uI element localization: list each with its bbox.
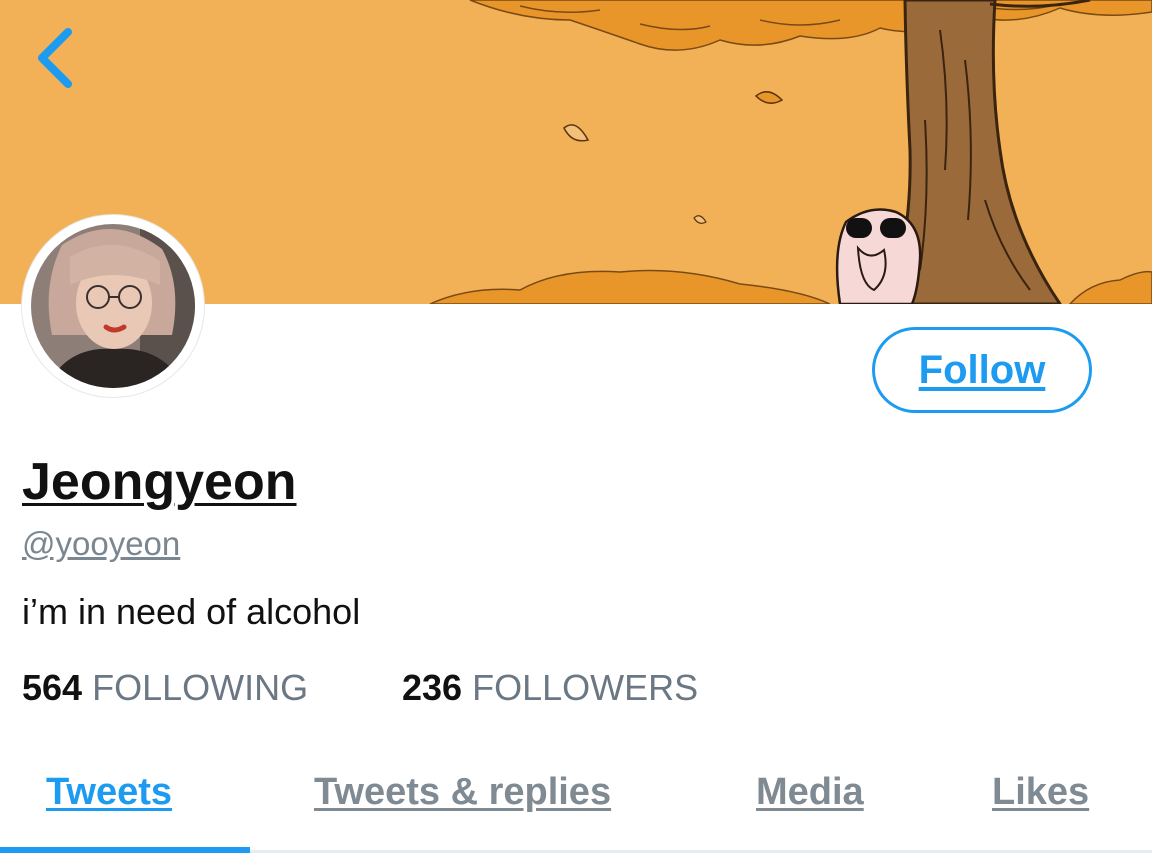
handle[interactable]: @yooyeon [22,524,180,564]
back-button[interactable] [28,22,88,94]
active-tab-indicator [0,847,250,853]
following-stat[interactable]: 564 FOLLOWING [22,666,308,710]
following-count: 564 [22,667,83,708]
follow-button[interactable]: Follow [872,327,1092,413]
tab-likes[interactable]: Likes [992,768,1089,816]
tab-tweets-replies[interactable]: Tweets & replies [314,768,611,816]
following-label: FOLLOWING [92,667,309,708]
followers-label: FOLLOWERS [472,667,699,708]
followers-count: 236 [402,667,463,708]
tab-media[interactable]: Media [756,768,864,816]
bio: i’m in need of alcohol [22,591,361,632]
chevron-left-icon [38,28,72,88]
followers-stat[interactable]: 236 FOLLOWERS [402,666,698,710]
display-name: Jeongyeon [22,453,297,511]
tab-tweets[interactable]: Tweets [46,768,172,816]
avatar[interactable] [22,215,204,397]
avatar-photo [31,224,195,388]
